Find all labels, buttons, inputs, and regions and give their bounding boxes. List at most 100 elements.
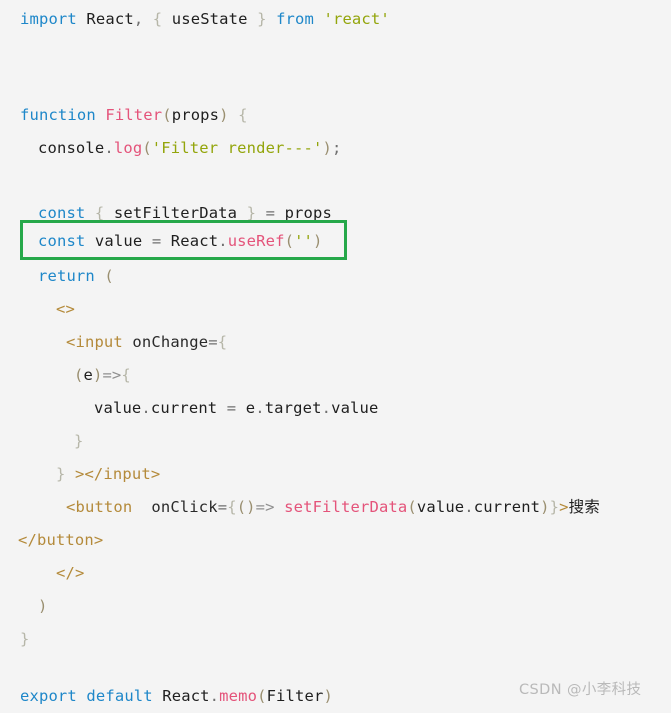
code-token: () bbox=[236, 498, 256, 516]
code-line: </button> bbox=[0, 523, 671, 557]
code-line: } bbox=[0, 424, 671, 458]
code-token: . bbox=[209, 687, 220, 705]
code-line: return ( bbox=[0, 259, 671, 293]
code-token: </input> bbox=[84, 465, 161, 483]
code-token: } bbox=[20, 630, 30, 648]
code-token: input bbox=[75, 333, 123, 351]
code-line: function Filter(props) { bbox=[0, 98, 671, 132]
code-token: e bbox=[83, 366, 93, 384]
code-token: } bbox=[246, 204, 257, 222]
code-token: onClick bbox=[151, 498, 218, 516]
code-token: const bbox=[38, 204, 86, 222]
code-line: <> bbox=[0, 292, 671, 326]
code-token: ( bbox=[407, 498, 417, 516]
code-line: } bbox=[0, 622, 671, 656]
code-token: setFilterData bbox=[113, 204, 238, 222]
code-token: current bbox=[150, 399, 218, 417]
code-line: <button onClick={()=> setFilterData(valu… bbox=[0, 490, 671, 524]
code-token: } bbox=[74, 432, 84, 450]
code-token: = bbox=[265, 204, 276, 222]
code-token: ; bbox=[331, 139, 342, 157]
code-token: Filter bbox=[266, 687, 324, 705]
code-token: = bbox=[151, 232, 162, 250]
code-token: } bbox=[257, 10, 267, 28]
code-token: React bbox=[86, 10, 134, 28]
code-line: const value = React.useRef('') bbox=[0, 224, 671, 258]
code-token: <> bbox=[56, 300, 75, 318]
code-token: { bbox=[121, 366, 131, 384]
code-token: button bbox=[75, 498, 133, 516]
code-token: from bbox=[276, 10, 314, 28]
code-line: console.log('Filter render---'); bbox=[0, 131, 671, 165]
code-token: . bbox=[218, 232, 228, 250]
code-token: value bbox=[331, 399, 379, 417]
code-token: console bbox=[38, 139, 105, 157]
csdn-watermark: CSDN @小李科技 bbox=[519, 682, 642, 698]
code-token: value bbox=[94, 232, 143, 250]
code-token: { bbox=[238, 106, 248, 124]
code-line: <input onChange={ bbox=[0, 325, 671, 359]
code-token: ( bbox=[284, 232, 295, 250]
code-token: ) bbox=[540, 498, 550, 516]
code-token: => bbox=[102, 366, 122, 384]
code-token: ( bbox=[162, 106, 172, 124]
code-token: . bbox=[141, 399, 151, 417]
code-token: onChange bbox=[132, 333, 209, 351]
code-token: default bbox=[86, 687, 153, 705]
code-token: > bbox=[559, 498, 569, 516]
code-token: => bbox=[255, 498, 275, 516]
code-token: ( bbox=[142, 139, 152, 157]
code-token: . bbox=[104, 139, 114, 157]
code-token: { bbox=[152, 10, 163, 28]
code-token: 'react' bbox=[323, 10, 390, 28]
code-token: } bbox=[549, 498, 560, 516]
code-line: ) bbox=[0, 589, 671, 623]
code-token: function bbox=[20, 106, 96, 124]
code-token: value bbox=[416, 498, 465, 516]
code-token: e bbox=[245, 399, 256, 417]
code-line: </> bbox=[0, 556, 671, 590]
code-token: { bbox=[94, 204, 105, 222]
code-line: (e)=>{ bbox=[0, 358, 671, 392]
code-token: ) bbox=[219, 106, 229, 124]
code-token: 'Filter render---' bbox=[151, 139, 323, 157]
code-snippet-surface: import React, { useState } from 'react' f… bbox=[0, 0, 671, 707]
code-token: ) bbox=[313, 232, 323, 250]
code-token: log bbox=[113, 139, 143, 157]
code-token: , bbox=[133, 10, 144, 28]
code-token: </> bbox=[56, 564, 85, 582]
code-token: . bbox=[321, 399, 332, 417]
code-token: ) bbox=[322, 139, 332, 157]
code-token: Filter bbox=[105, 106, 163, 124]
code-token: = bbox=[226, 399, 237, 417]
code-token: setFilterData bbox=[284, 498, 408, 516]
code-token: = bbox=[208, 333, 218, 351]
code-token: const bbox=[38, 232, 86, 250]
code-token: ( bbox=[104, 267, 114, 285]
code-token: ) bbox=[38, 597, 48, 615]
code-token: useRef bbox=[227, 232, 285, 250]
code-line: value.current = e.target.value bbox=[0, 391, 671, 425]
code-token: memo bbox=[219, 687, 258, 705]
code-token: 搜索 bbox=[568, 498, 600, 516]
code-token: = bbox=[217, 498, 228, 516]
